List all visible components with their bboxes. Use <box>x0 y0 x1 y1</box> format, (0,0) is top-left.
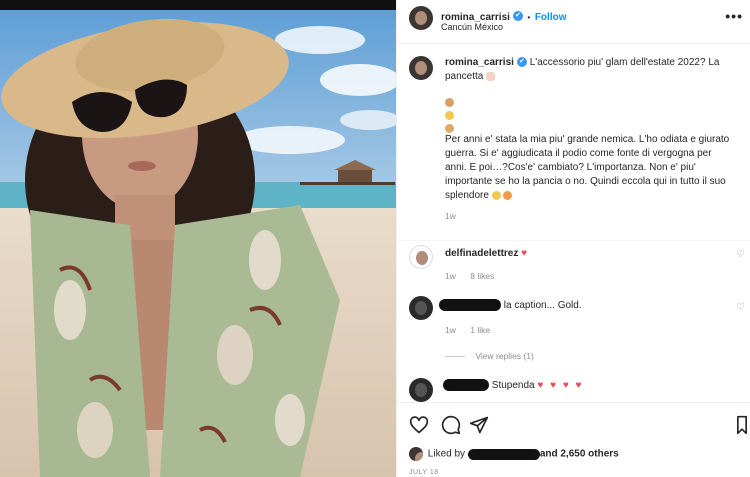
heart-emoji-icon: ♥ <box>521 248 530 259</box>
caption-username[interactable]: romina_carrisi <box>445 57 514 68</box>
liker-avatar[interactable] <box>409 447 423 461</box>
hand-emoji-icon <box>486 71 496 81</box>
heart-emoji-icon: ♥ ♥ ♥ ♥ <box>537 380 584 391</box>
comment-likes[interactable]: 1 like <box>470 325 490 335</box>
caption-body-line: Per anni e' stata la mia piu' grande nem… <box>445 134 730 145</box>
comment-likes[interactable]: 8 likes <box>470 271 494 281</box>
view-replies[interactable]: View replies (1) <box>445 351 534 361</box>
share-icon[interactable] <box>469 415 489 435</box>
like-heart-icon[interactable] <box>409 415 429 435</box>
follow-button[interactable]: Follow <box>535 12 567 23</box>
comment-item: delfinadelettrez ♥ 1w 8 likes ♡ <box>397 240 750 284</box>
snail-emoji-icon <box>445 98 454 107</box>
caption-time[interactable]: 1w <box>445 211 741 221</box>
caption-body: Per anni e' stata la mia piu' grande nem… <box>445 133 741 203</box>
caption-line-2: pancetta <box>445 71 484 82</box>
caption-body-line: importante se ho la pancia o no. Quindi … <box>445 176 726 187</box>
comment-icon[interactable] <box>441 415 461 435</box>
commenter-avatar[interactable] <box>409 245 433 269</box>
post-date[interactable]: JULY 18 <box>409 469 439 476</box>
like-comment-heart-icon[interactable]: ♡ <box>736 302 745 313</box>
verified-badge-icon: ✔ <box>512 10 523 21</box>
liked-prefix: Liked by <box>427 448 466 460</box>
author-avatar[interactable] <box>409 6 433 30</box>
redacted-liker <box>467 448 540 460</box>
more-dots-icon[interactable]: ••• <box>725 8 743 24</box>
comment-item: la caption... Gold. 1w 1 like ♡ <box>397 292 750 336</box>
redacted-username <box>443 379 489 392</box>
commenter-avatar[interactable] <box>409 378 433 402</box>
post-side-panel: romina_carrisi ✔ • Follow Cancún México •… <box>396 0 750 477</box>
smile-emoji-icon <box>491 190 501 200</box>
post-photo[interactable] <box>0 0 396 477</box>
bookmark-icon[interactable] <box>735 415 749 435</box>
like-comment-heart-icon[interactable]: ♡ <box>736 249 745 260</box>
liked-by: Liked by and 2,650 others <box>409 447 619 461</box>
caption-avatar[interactable] <box>409 56 433 80</box>
comment-time[interactable]: 1w <box>445 325 456 335</box>
post-image <box>0 10 396 477</box>
comment-username[interactable]: delfinadelettrez <box>445 248 518 259</box>
post-actions: Liked by and 2,650 others JULY 18 <box>397 402 750 477</box>
separator-dot: • <box>527 12 531 22</box>
verified-badge-icon: ✔ <box>516 57 527 68</box>
photo-top-bar <box>0 0 396 10</box>
comment-text: la caption... Gold. <box>503 300 582 311</box>
comment-item: Stupenda ♥ ♥ ♥ ♥ <box>397 374 750 402</box>
view-replies-label[interactable]: View replies (1) <box>475 351 533 361</box>
post-header: romina_carrisi ✔ • Follow Cancún México •… <box>397 0 750 44</box>
heart-eyes-emoji-icon <box>503 190 513 200</box>
caption-body-line: guerra. Si e' aggiudicata il podio come … <box>445 148 712 159</box>
emoji-stack <box>445 94 741 133</box>
commenter-avatar[interactable] <box>409 296 433 320</box>
sun-emoji-icon <box>445 111 454 120</box>
replies-line <box>445 356 465 358</box>
liked-suffix[interactable]: and 2,650 others <box>540 449 619 460</box>
comment-time[interactable]: 1w <box>445 271 456 281</box>
caption-line-1: L'accessorio piu' glam dell'estate 2022?… <box>529 57 720 68</box>
caption-body-line: anni. E poi…?Cos'e' cambiato? L'importan… <box>445 162 696 173</box>
face-emoji-icon <box>445 124 454 133</box>
post-location[interactable]: Cancún México <box>441 22 503 32</box>
redacted-username <box>439 299 501 312</box>
caption-body-line: splendore <box>445 190 489 201</box>
comment-text: Stupenda <box>491 380 535 391</box>
